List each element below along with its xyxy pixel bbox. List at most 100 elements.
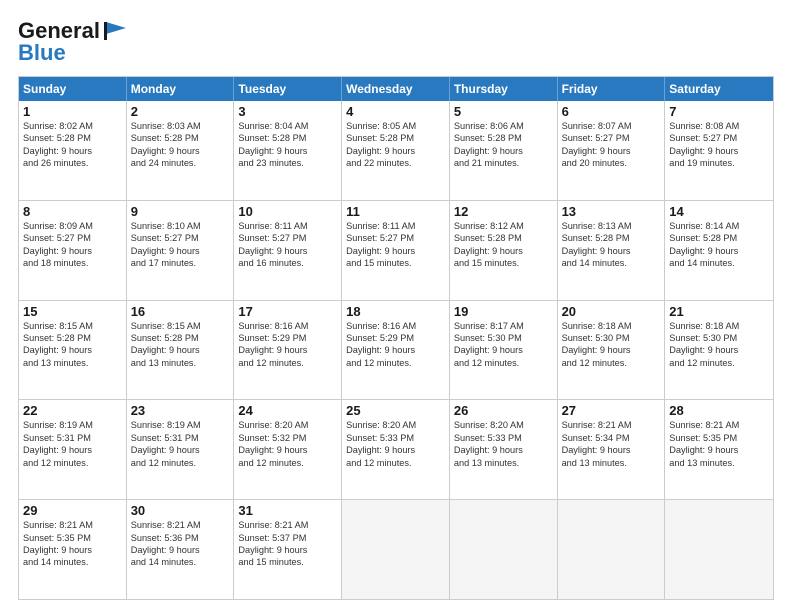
cell-info-line: Sunset: 5:27 PM xyxy=(238,232,337,244)
cell-info-line: Sunset: 5:32 PM xyxy=(238,432,337,444)
cell-info-line: and 13 minutes. xyxy=(131,357,230,369)
cell-info-line: Daylight: 9 hours xyxy=(562,145,661,157)
cell-info-line: Sunrise: 8:11 AM xyxy=(346,220,445,232)
cell-info-line: Sunset: 5:28 PM xyxy=(454,132,553,144)
day-number: 25 xyxy=(346,403,445,418)
day-number: 23 xyxy=(131,403,230,418)
calendar-cell xyxy=(450,500,558,599)
cell-info-line: Daylight: 9 hours xyxy=(669,444,769,456)
cell-info-line: Sunset: 5:28 PM xyxy=(454,232,553,244)
cell-info-line: Daylight: 9 hours xyxy=(669,145,769,157)
day-number: 22 xyxy=(23,403,122,418)
day-number: 20 xyxy=(562,304,661,319)
cell-info-line: Sunset: 5:28 PM xyxy=(238,132,337,144)
day-number: 31 xyxy=(238,503,337,518)
cell-info-line: Sunrise: 8:04 AM xyxy=(238,120,337,132)
calendar-cell: 27Sunrise: 8:21 AMSunset: 5:34 PMDayligh… xyxy=(558,400,666,499)
calendar-cell: 23Sunrise: 8:19 AMSunset: 5:31 PMDayligh… xyxy=(127,400,235,499)
cell-info-line: Sunrise: 8:17 AM xyxy=(454,320,553,332)
cal-header-cell: Sunday xyxy=(19,77,127,101)
calendar-week-row: 22Sunrise: 8:19 AMSunset: 5:31 PMDayligh… xyxy=(19,400,773,500)
calendar-cell: 28Sunrise: 8:21 AMSunset: 5:35 PMDayligh… xyxy=(665,400,773,499)
cell-info-line: Sunset: 5:31 PM xyxy=(23,432,122,444)
cell-info-line: Daylight: 9 hours xyxy=(23,344,122,356)
cell-info-line: Daylight: 9 hours xyxy=(454,145,553,157)
cell-info-line: Sunset: 5:28 PM xyxy=(562,232,661,244)
cal-header-cell: Monday xyxy=(127,77,235,101)
cell-info-line: Daylight: 9 hours xyxy=(238,344,337,356)
cell-info-line: Sunset: 5:31 PM xyxy=(131,432,230,444)
cell-info-line: Sunset: 5:27 PM xyxy=(23,232,122,244)
cell-info-line: Sunset: 5:28 PM xyxy=(346,132,445,144)
day-number: 29 xyxy=(23,503,122,518)
cell-info-line: Daylight: 9 hours xyxy=(238,145,337,157)
calendar-cell: 5Sunrise: 8:06 AMSunset: 5:28 PMDaylight… xyxy=(450,101,558,200)
cell-info-line: Daylight: 9 hours xyxy=(562,444,661,456)
calendar-cell: 13Sunrise: 8:13 AMSunset: 5:28 PMDayligh… xyxy=(558,201,666,300)
calendar-cell xyxy=(665,500,773,599)
cell-info-line: and 12 minutes. xyxy=(346,357,445,369)
cell-info-line: and 16 minutes. xyxy=(238,257,337,269)
header: General Blue xyxy=(18,18,774,66)
cell-info-line: Sunrise: 8:09 AM xyxy=(23,220,122,232)
cal-header-cell: Tuesday xyxy=(234,77,342,101)
cell-info-line: Sunrise: 8:20 AM xyxy=(346,419,445,431)
cell-info-line: and 23 minutes. xyxy=(238,157,337,169)
day-number: 24 xyxy=(238,403,337,418)
cell-info-line: and 18 minutes. xyxy=(23,257,122,269)
cell-info-line: and 14 minutes. xyxy=(562,257,661,269)
calendar-cell: 12Sunrise: 8:12 AMSunset: 5:28 PMDayligh… xyxy=(450,201,558,300)
logo-flag-icon xyxy=(104,22,126,40)
cell-info-line: Sunset: 5:27 PM xyxy=(346,232,445,244)
cell-info-line: and 15 minutes. xyxy=(454,257,553,269)
calendar-cell xyxy=(342,500,450,599)
cell-info-line: Sunrise: 8:20 AM xyxy=(238,419,337,431)
calendar-cell: 22Sunrise: 8:19 AMSunset: 5:31 PMDayligh… xyxy=(19,400,127,499)
day-number: 27 xyxy=(562,403,661,418)
cell-info-line: and 17 minutes. xyxy=(131,257,230,269)
cell-info-line: Daylight: 9 hours xyxy=(23,145,122,157)
cell-info-line: and 26 minutes. xyxy=(23,157,122,169)
cell-info-line: and 12 minutes. xyxy=(238,357,337,369)
calendar-cell: 15Sunrise: 8:15 AMSunset: 5:28 PMDayligh… xyxy=(19,301,127,400)
logo-blue: Blue xyxy=(18,40,66,66)
logo: General Blue xyxy=(18,18,126,66)
calendar-cell: 16Sunrise: 8:15 AMSunset: 5:28 PMDayligh… xyxy=(127,301,235,400)
cell-info-line: Sunrise: 8:21 AM xyxy=(562,419,661,431)
cell-info-line: Sunrise: 8:21 AM xyxy=(238,519,337,531)
calendar-cell: 9Sunrise: 8:10 AMSunset: 5:27 PMDaylight… xyxy=(127,201,235,300)
cell-info-line: Daylight: 9 hours xyxy=(238,245,337,257)
cell-info-line: Sunset: 5:33 PM xyxy=(346,432,445,444)
calendar-cell: 31Sunrise: 8:21 AMSunset: 5:37 PMDayligh… xyxy=(234,500,342,599)
cell-info-line: Daylight: 9 hours xyxy=(131,544,230,556)
cell-info-line: Sunrise: 8:15 AM xyxy=(131,320,230,332)
cell-info-line: Sunrise: 8:05 AM xyxy=(346,120,445,132)
cell-info-line: Daylight: 9 hours xyxy=(454,344,553,356)
calendar-cell: 2Sunrise: 8:03 AMSunset: 5:28 PMDaylight… xyxy=(127,101,235,200)
cell-info-line: Sunset: 5:37 PM xyxy=(238,532,337,544)
day-number: 21 xyxy=(669,304,769,319)
calendar-cell: 17Sunrise: 8:16 AMSunset: 5:29 PMDayligh… xyxy=(234,301,342,400)
cell-info-line: and 24 minutes. xyxy=(131,157,230,169)
cell-info-line: Daylight: 9 hours xyxy=(131,344,230,356)
cell-info-line: Daylight: 9 hours xyxy=(23,444,122,456)
calendar-cell: 20Sunrise: 8:18 AMSunset: 5:30 PMDayligh… xyxy=(558,301,666,400)
cell-info-line: Sunset: 5:28 PM xyxy=(23,132,122,144)
day-number: 8 xyxy=(23,204,122,219)
day-number: 3 xyxy=(238,104,337,119)
cell-info-line: Daylight: 9 hours xyxy=(131,245,230,257)
cell-info-line: Daylight: 9 hours xyxy=(346,145,445,157)
cell-info-line: Daylight: 9 hours xyxy=(669,245,769,257)
cell-info-line: Sunrise: 8:18 AM xyxy=(669,320,769,332)
day-number: 12 xyxy=(454,204,553,219)
day-number: 18 xyxy=(346,304,445,319)
page: General Blue SundayMondayTuesdayWednesda… xyxy=(0,0,792,612)
calendar-cell: 25Sunrise: 8:20 AMSunset: 5:33 PMDayligh… xyxy=(342,400,450,499)
cell-info-line: Daylight: 9 hours xyxy=(562,245,661,257)
calendar-cell: 1Sunrise: 8:02 AMSunset: 5:28 PMDaylight… xyxy=(19,101,127,200)
calendar-week-row: 29Sunrise: 8:21 AMSunset: 5:35 PMDayligh… xyxy=(19,500,773,599)
cell-info-line: and 14 minutes. xyxy=(131,556,230,568)
cell-info-line: Sunrise: 8:14 AM xyxy=(669,220,769,232)
cell-info-line: and 14 minutes. xyxy=(669,257,769,269)
calendar-cell: 4Sunrise: 8:05 AMSunset: 5:28 PMDaylight… xyxy=(342,101,450,200)
